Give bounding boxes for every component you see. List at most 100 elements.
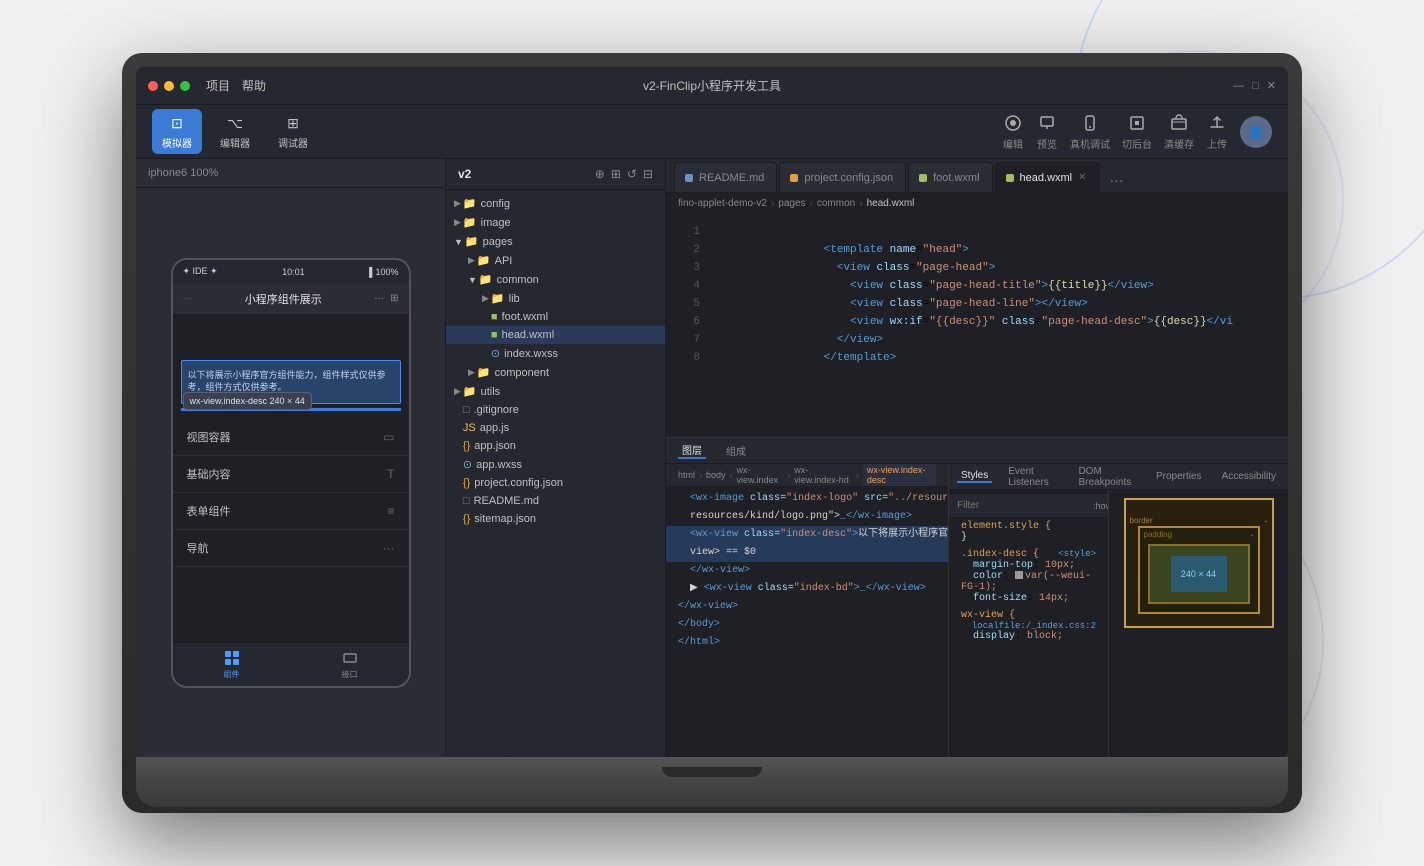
- bc-root[interactable]: fino-applet-demo-v2: [678, 198, 767, 209]
- ln-5: 5: [666, 295, 700, 313]
- ln-3: 3: [666, 259, 700, 277]
- phone-nav-item-4[interactable]: 导航 ···: [173, 530, 409, 567]
- html-breadcrumb-bar: html › body › wx-view.index › wx-view.in…: [666, 464, 948, 486]
- upload-action[interactable]: 上传: [1206, 112, 1228, 151]
- file-readme-icon: □: [463, 495, 470, 507]
- phone-tab-components[interactable]: 组件: [223, 649, 241, 680]
- style-indexdesc: .index-desc { <style> margin-top: 10px; …: [949, 546, 1108, 607]
- code-line-1: <template name="head">: [718, 223, 1288, 241]
- tree-item-appjson[interactable]: ▶ {} app.json: [446, 437, 665, 455]
- tab-foot-wxml[interactable]: foot.wxml: [908, 162, 992, 192]
- minimize-icon[interactable]: —: [1233, 80, 1244, 92]
- refresh-icon[interactable]: ↺: [627, 167, 637, 181]
- html-line-3[interactable]: <wx-view class="index-desc">以下将展示小程序官方组件…: [666, 526, 948, 544]
- close-icon[interactable]: ✕: [1267, 79, 1276, 92]
- new-folder-icon[interactable]: ⊞: [611, 167, 621, 181]
- remote-action[interactable]: 预览: [1036, 112, 1058, 151]
- phone-content: wx-view.index-desc 240 × 44 以下将展示小程序官方组件…: [173, 314, 409, 642]
- tree-item-index-wxss[interactable]: ▶ ⊙ index.wxss: [446, 344, 665, 363]
- tab-grid-icon: [223, 649, 241, 667]
- collapse-icon[interactable]: ⊟: [643, 167, 653, 181]
- phone-nav-item-1[interactable]: 视图容器 ▭: [173, 419, 409, 456]
- phone-nav-item-2[interactable]: 基础内容 T: [173, 456, 409, 493]
- hbc-index[interactable]: wx-view.index: [737, 465, 784, 485]
- tree-item-utils[interactable]: ▶ 📁 utils: [446, 382, 665, 401]
- tab-close-icon[interactable]: ✕: [1078, 172, 1086, 183]
- tree-item-gitignore[interactable]: ▶ □ .gitignore: [446, 401, 665, 419]
- styles-tab-styles[interactable]: Styles: [957, 470, 992, 483]
- tree-item-foot-wxml[interactable]: ▶ ■ foot.wxml: [446, 308, 665, 326]
- clear-label: 清缓存: [1164, 136, 1194, 151]
- tab-head-wxml[interactable]: head.wxml ✕: [995, 162, 1100, 192]
- styles-content: :hov .cls + element.style {: [949, 490, 1288, 757]
- styles-tab-props[interactable]: Properties: [1152, 471, 1206, 482]
- tree-item-lib[interactable]: ▶ 📁 lib: [446, 289, 665, 308]
- hbc-sep4: ›: [856, 470, 859, 480]
- tree-item-image[interactable]: ▶ 📁 image: [446, 213, 665, 232]
- bc-pages[interactable]: pages: [778, 198, 805, 209]
- hbc-indexhd[interactable]: wx-view.index-hd: [794, 465, 852, 485]
- code-content[interactable]: <template name="head"> <view class="page…: [706, 215, 1288, 437]
- restore-icon[interactable]: □: [1252, 80, 1259, 92]
- tree-item-readme[interactable]: ▶ □ README.md: [446, 492, 665, 510]
- styles-filter-input[interactable]: [957, 500, 1089, 511]
- window-close-btn[interactable]: [148, 81, 158, 91]
- phone-tooltip: wx-view.index-desc 240 × 44: [183, 392, 312, 410]
- styles-tab-events[interactable]: Event Listeners: [1004, 466, 1062, 488]
- tree-item-appjs[interactable]: ▶ JS app.js: [446, 419, 665, 437]
- debug-btn[interactable]: ⊞ 调试器: [268, 109, 318, 154]
- tree-item-sitemap[interactable]: ▶ {} sitemap.json: [446, 510, 665, 528]
- devtools-tab-wxml[interactable]: 图层: [678, 442, 706, 459]
- tree-item-head-wxml[interactable]: ▶ ■ head.wxml: [446, 326, 665, 344]
- tree-name-head-wxml: head.wxml: [502, 329, 555, 341]
- title-bar-right: — □ ✕: [1233, 79, 1276, 92]
- menu-help[interactable]: 帮助: [242, 77, 266, 94]
- debug-label: 调试器: [278, 135, 308, 150]
- phone-nav-item-3[interactable]: 表单组件 ≡: [173, 493, 409, 530]
- phone-status-right: ▌100%: [369, 267, 398, 277]
- device-action[interactable]: 真机调试: [1070, 112, 1110, 151]
- nav-icon-2: T: [387, 467, 394, 481]
- html-tree-content: <wx-image class="index-logo" src="../res…: [666, 486, 948, 757]
- new-file-icon[interactable]: ⊕: [595, 167, 605, 181]
- cut-action[interactable]: 切后台: [1122, 112, 1152, 151]
- html-line-4[interactable]: view> == $0: [666, 544, 948, 562]
- hbc-indexdesc[interactable]: wx-view.index-desc: [863, 464, 936, 486]
- clear-action[interactable]: 清缓存: [1164, 112, 1194, 151]
- ln-4: 4: [666, 277, 700, 295]
- user-avatar[interactable]: 👤: [1240, 116, 1272, 148]
- hbc-body[interactable]: body: [706, 470, 726, 480]
- bc-common[interactable]: common: [817, 198, 855, 209]
- title-bar-left: 项目 帮助: [148, 77, 266, 94]
- styles-tab-dom[interactable]: DOM Breakpoints: [1074, 466, 1140, 488]
- filter-hov[interactable]: :hov: [1093, 501, 1108, 511]
- line-numbers: 1 2 3 4 5 6 7 8: [666, 215, 706, 437]
- style-link-indexdesc[interactable]: <style>: [1058, 549, 1096, 559]
- window-maximize-btn[interactable]: [180, 81, 190, 91]
- tree-item-pages[interactable]: ▼ 📁 pages: [446, 232, 665, 251]
- phone-tab-api[interactable]: 接口: [341, 649, 359, 680]
- file-tree-actions: ⊕ ⊞ ↺ ⊟: [595, 167, 653, 181]
- tree-item-api[interactable]: ▶ 📁 API: [446, 251, 665, 270]
- tree-item-appwxss[interactable]: ▶ ⊙ app.wxss: [446, 455, 665, 474]
- menu-project[interactable]: 项目: [206, 77, 230, 94]
- tree-item-common[interactable]: ▼ 📁 common: [446, 270, 665, 289]
- devtools-tab-compose[interactable]: 组成: [722, 443, 750, 458]
- tree-item-component[interactable]: ▶ 📁 component: [446, 363, 665, 382]
- tree-item-projectjson[interactable]: ▶ {} project.config.json: [446, 474, 665, 492]
- tab-readme[interactable]: README.md: [674, 162, 777, 192]
- tab-more-btn[interactable]: ···: [1102, 168, 1132, 192]
- preview-action[interactable]: 编辑: [1002, 112, 1024, 151]
- tab-project-config[interactable]: project.config.json: [779, 162, 906, 192]
- tab-projectconfig-label: project.config.json: [804, 172, 893, 184]
- editor-btn[interactable]: ⌥ 编辑器: [210, 109, 260, 154]
- style-prop-mt: margin-top: [973, 560, 1033, 571]
- code-editor: 1 2 3 4 5 6 7 8 <template name="head">: [666, 215, 1288, 437]
- tree-item-config[interactable]: ▶ 📁 config: [446, 194, 665, 213]
- simulate-btn[interactable]: ⊡ 模拟器: [152, 109, 202, 154]
- bc-file[interactable]: head.wxml: [867, 198, 915, 209]
- styles-tab-a11y[interactable]: Accessibility: [1218, 471, 1280, 482]
- hbc-html[interactable]: html: [678, 470, 695, 480]
- style-link-wxview[interactable]: localfile:/_index.css:2: [972, 621, 1096, 631]
- window-minimize-btn[interactable]: [164, 81, 174, 91]
